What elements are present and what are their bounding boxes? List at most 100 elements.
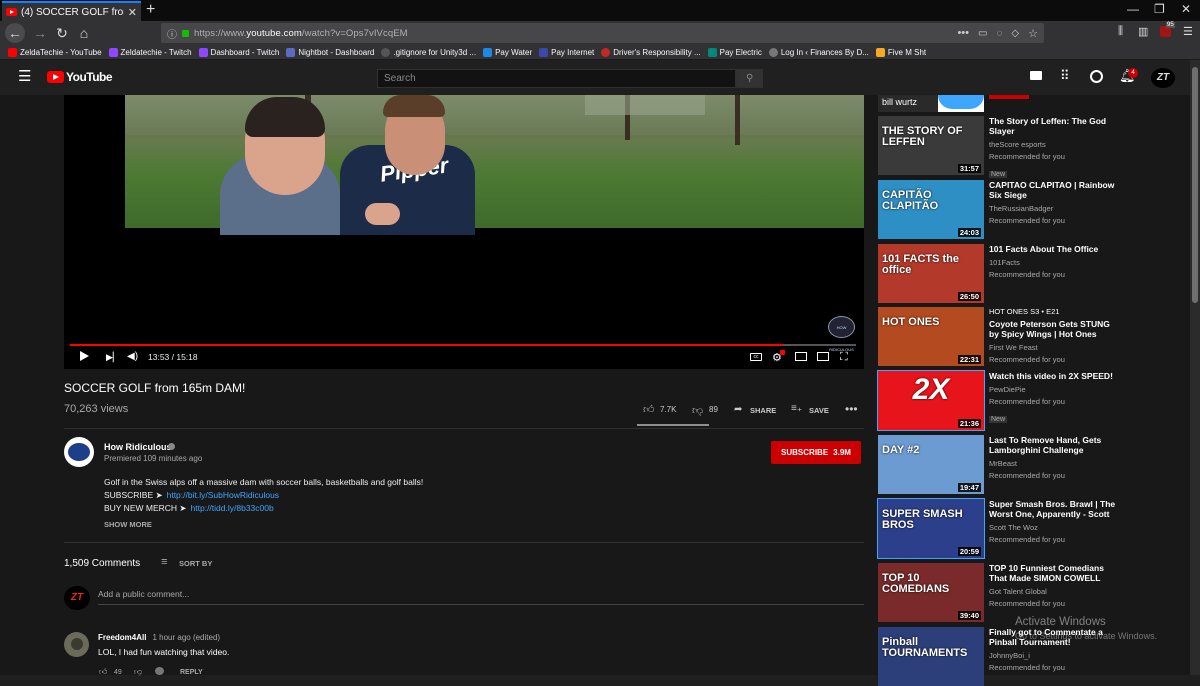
thumbnail-text: 101 FACTS the office xyxy=(882,253,960,276)
minimize-icon[interactable]: — xyxy=(1127,2,1139,16)
apps-grid-icon[interactable]: ⠿ xyxy=(1060,68,1070,84)
bookmark-item[interactable]: Nightbot - Dashboard xyxy=(286,47,374,57)
youtube-logo-text: YouTube xyxy=(66,70,113,84)
search-button[interactable]: ⚲ xyxy=(736,69,763,88)
comment-like-icon[interactable]: 👍︎ xyxy=(99,667,107,677)
comment-author[interactable]: Freedom4All xyxy=(98,633,146,642)
bookmark-item[interactable]: ZeldaTechie - YouTube xyxy=(8,47,102,57)
like-count: 7.7K xyxy=(660,405,677,414)
merch-link[interactable]: http://tidd.ly/8b33c00b xyxy=(191,503,274,514)
save-button[interactable]: SAVE xyxy=(809,406,829,415)
bookmark-favicon-icon xyxy=(108,47,118,57)
recommendation-info[interactable]: 101 Facts About The Office 101Facts Recomm… xyxy=(989,244,1119,281)
hamburger-menu-icon[interactable]: ☰ xyxy=(18,69,31,84)
subscribe-button[interactable]: SUBSCRIBE 3.9M xyxy=(771,441,861,464)
recommendation-thumbnail[interactable]: Pinball TOURNAMENTS xyxy=(878,627,984,686)
close-window-icon[interactable]: ✕ xyxy=(1181,2,1191,16)
reload-icon[interactable]: ↻ xyxy=(51,22,73,44)
bookmark-item[interactable]: Pay Internet xyxy=(539,47,594,57)
home-icon[interactable]: ⌂ xyxy=(73,22,95,44)
recommendation-thumbnail[interactable]: 101 FACTS the office 26:50 xyxy=(878,244,984,303)
recommendation-thumbnail[interactable]: DAY #2 19:47 xyxy=(878,435,984,494)
miniplayer-icon[interactable] xyxy=(795,352,807,361)
maximize-icon[interactable]: ❐ xyxy=(1154,2,1165,16)
recommendation-title-line2: Slayer xyxy=(989,126,1015,136)
messages-icon[interactable] xyxy=(1090,70,1103,83)
bookmark-item[interactable]: Dashboard - Twitch xyxy=(198,47,279,57)
scrollbar-thumb[interactable] xyxy=(1192,67,1198,303)
page-actions-icon[interactable]: ••• xyxy=(957,27,969,39)
new-tab-icon[interactable]: + xyxy=(146,1,155,19)
share-arrow-icon[interactable]: ➦ xyxy=(734,404,742,415)
comment-author-avatar[interactable] xyxy=(64,632,89,657)
library-icon[interactable]: ⫼ xyxy=(1118,25,1123,38)
next-icon[interactable]: ▶︎▏ xyxy=(106,352,120,363)
bookmark-item[interactable]: Log In ‹ Finances By D... xyxy=(768,47,869,57)
subscribe-link[interactable]: http://bit.ly/SubHowRidiculous xyxy=(167,490,279,501)
recommendation-thumbnail[interactable]: HOT ONES 22:31 xyxy=(878,307,984,366)
recommendation-thumbnail[interactable]: SUPER SMASH BROS 20:59 xyxy=(877,498,985,559)
bookmark-favicon-icon xyxy=(286,47,296,57)
like-thumb-icon[interactable]: 👍︎ xyxy=(643,403,655,416)
search-input[interactable]: Search xyxy=(377,69,736,88)
youtube-logo[interactable]: YouTube xyxy=(47,70,113,84)
bookmark-item[interactable]: .gitignore for Unity3d ... xyxy=(381,47,476,57)
recommendation-info[interactable]: TOP 10 Funniest Comedians That Made SIMON… xyxy=(989,563,1119,610)
recommendation-thumbnail[interactable]: THE STORY OF LEFFEN 31:57 xyxy=(878,116,984,175)
bookmark-item[interactable]: Five M Sht xyxy=(875,47,926,57)
recommendation-reason: Recommended for you xyxy=(989,599,1065,608)
create-video-icon[interactable] xyxy=(1030,71,1042,80)
bookmark-item[interactable]: Pay Electric xyxy=(707,47,762,57)
bookmark-item[interactable]: Driver's Responsibility ... xyxy=(601,47,701,57)
recommendation-thumbnail[interactable]: 2X 21:36 xyxy=(877,370,985,431)
channel-name[interactable]: How Ridiculous xyxy=(104,442,172,452)
recommendation-info[interactable]: CAPITAO CLAPITAO | Rainbow Six Siege TheRu… xyxy=(989,180,1119,227)
recommendation-thumbnail-partial[interactable]: bill wurtz xyxy=(878,95,984,112)
recommendation-thumbnail[interactable]: TOP 10 COMEDIANS 39:40 xyxy=(878,563,984,622)
recommendation-info[interactable]: Last To Remove Hand, Gets Lamborghini Cha… xyxy=(989,435,1119,482)
forward-arrow-icon[interactable]: → xyxy=(29,22,51,44)
save-playlist-icon[interactable]: ≡₊ xyxy=(791,403,802,414)
recommendation-info[interactable]: The Story of Leffen: The God Slayer theSco… xyxy=(989,116,1119,181)
more-actions-icon[interactable]: ••• xyxy=(845,402,858,416)
comment-time[interactable]: 1 hour ago (edited) xyxy=(152,633,220,642)
channel-watermark[interactable]: HOW RIDICULOUS xyxy=(828,316,855,352)
recommendation-info[interactable]: HOT ONES S3 • E21 Coyote Peterson Gets ST… xyxy=(989,307,1119,366)
pocket-icon[interactable]: ◇ xyxy=(1011,28,1019,39)
info-icon[interactable]: ⓘ xyxy=(167,26,177,41)
recommendation-info[interactable]: Super Smash Bros. Brawl | The Worst One, … xyxy=(989,499,1119,546)
bulb-icon[interactable]: ◌ xyxy=(996,28,1002,39)
view-count: 70,263 views xyxy=(64,403,129,415)
theater-mode-icon[interactable] xyxy=(817,352,829,361)
avatar[interactable]: ZT xyxy=(1151,68,1175,88)
sort-by-button[interactable]: SORT BY xyxy=(179,559,212,568)
bookmark-star-icon[interactable]: ☆ xyxy=(1028,27,1038,40)
recommendation-info[interactable]: Watch this video in 2X SPEED! PewDiePie Re… xyxy=(989,371,1119,426)
back-arrow-icon[interactable]: ← xyxy=(5,23,25,43)
sidebar-icon[interactable]: ▥ xyxy=(1138,25,1148,38)
url-bar[interactable]: ⓘ https://www.youtube.com/watch?v=Ops7vI… xyxy=(161,23,1044,43)
close-tab-icon[interactable]: ✕ xyxy=(128,6,137,19)
channel-avatar[interactable] xyxy=(64,437,94,467)
url-text: https://www.youtube.com/watch?v=Ops7vIVc… xyxy=(194,27,408,39)
hd-badge xyxy=(780,350,785,355)
recommendation-title: Watch this video in 2X SPEED! xyxy=(989,371,1113,381)
description-label: SUBSCRIBE ➤ xyxy=(104,490,163,500)
browser-tab[interactable]: (4) SOCCER GOLF from 165m D ✕ xyxy=(2,1,141,21)
sort-icon[interactable]: ≡ xyxy=(161,556,167,568)
show-more-button[interactable]: SHOW MORE xyxy=(104,520,152,529)
bookmark-item[interactable]: Pay Water xyxy=(483,47,532,57)
reader-view-icon[interactable]: ▭ xyxy=(978,28,987,39)
fullscreen-icon[interactable]: ⛶ xyxy=(840,351,848,364)
comment-dislike-icon[interactable]: 👎︎ xyxy=(134,667,142,677)
recommendation-thumbnail[interactable]: CAPITÃO CLAPITÃO 24:03 xyxy=(878,180,984,239)
menu-icon[interactable]: ☰ xyxy=(1183,25,1193,38)
share-button[interactable]: SHARE xyxy=(750,406,776,415)
volume-icon[interactable]: ◀︎) xyxy=(127,351,138,362)
add-comment-input[interactable]: Add a public comment... xyxy=(98,589,189,599)
browser-tab-title: (4) SOCCER GOLF from 165m D xyxy=(21,6,124,18)
play-icon[interactable] xyxy=(80,351,89,361)
captions-icon[interactable]: cc xyxy=(750,353,762,361)
bookmark-item[interactable]: Zeldatechie - Twitch xyxy=(108,47,192,57)
dislike-thumb-icon[interactable]: 👎︎ xyxy=(692,404,703,417)
